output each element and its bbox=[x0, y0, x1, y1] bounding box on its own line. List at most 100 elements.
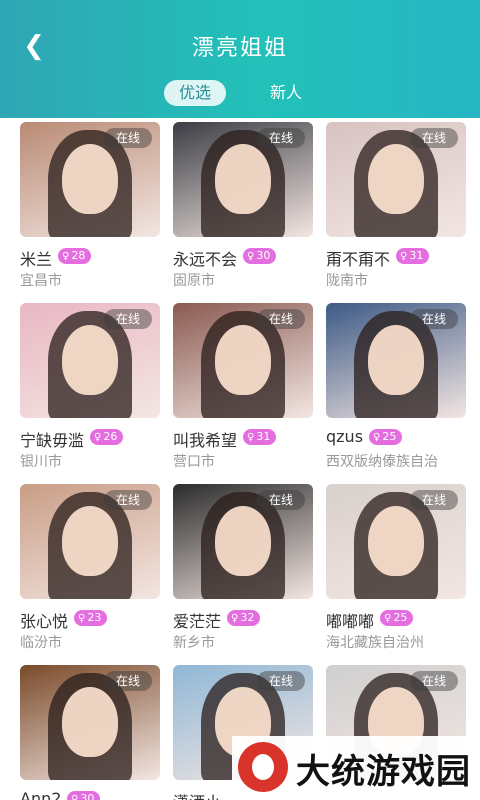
age-value: 23 bbox=[87, 611, 102, 624]
age-badge: ♀ 26 bbox=[90, 429, 124, 445]
age-value: 26 bbox=[103, 430, 118, 443]
profile-city: 陇南市 bbox=[326, 273, 368, 289]
photo-face bbox=[62, 506, 118, 576]
profile-name: 张心悦 bbox=[20, 612, 69, 631]
profile-photo[interactable]: 在线 bbox=[173, 484, 313, 599]
online-status-badge: 在线 bbox=[409, 309, 458, 329]
age-value: 28 bbox=[71, 249, 86, 262]
profile-card[interactable]: 在线张心悦 ♀ 23 临汾市 bbox=[20, 484, 160, 659]
profile-photo[interactable]: 在线 bbox=[173, 303, 313, 418]
online-status-badge: 在线 bbox=[103, 490, 152, 510]
tab-featured[interactable]: 优选 bbox=[164, 80, 226, 106]
female-icon: ♀ bbox=[384, 613, 392, 624]
age-badge: ♀ 32 bbox=[227, 610, 261, 626]
profile-name: 甭不甭不 bbox=[326, 250, 391, 269]
profile-city: 新乡市 bbox=[173, 635, 215, 651]
photo-face bbox=[215, 506, 271, 576]
tab-newcomers[interactable]: 新人 bbox=[256, 80, 316, 106]
tab-bar: 优选 新人 bbox=[0, 80, 480, 106]
photo-face bbox=[62, 325, 118, 395]
profile-photo[interactable]: 在线 bbox=[326, 484, 466, 599]
age-value: 31 bbox=[256, 430, 271, 443]
online-status-badge: 在线 bbox=[256, 671, 305, 691]
profile-photo[interactable]: 在线 bbox=[326, 303, 466, 418]
profile-city: 西双版纳傣族自治 bbox=[326, 454, 438, 470]
profile-photo[interactable]: 在线 bbox=[20, 484, 160, 599]
profile-card[interactable]: 在线甭不甭不 ♀ 31 陇南市 bbox=[326, 122, 466, 297]
profile-city: 宜昌市 bbox=[20, 273, 62, 289]
profile-photo[interactable]: 在线 bbox=[326, 122, 466, 237]
photo-face bbox=[62, 144, 118, 214]
photo-face bbox=[368, 325, 424, 395]
age-value: 25 bbox=[393, 611, 408, 624]
profile-card[interactable]: 在线爱茫茫 ♀ 32 新乡市 bbox=[173, 484, 313, 659]
watermark-text: 大统游戏园 bbox=[296, 752, 471, 792]
age-badge: ♀ 30 bbox=[67, 791, 101, 800]
age-badge: ♀ 31 bbox=[243, 429, 277, 445]
female-icon: ♀ bbox=[247, 251, 255, 262]
age-badge: ♀ 30 bbox=[243, 248, 277, 264]
age-badge: ♀ 28 bbox=[58, 248, 92, 264]
profile-card[interactable]: 在线永远不会 ♀ 30 固原市 bbox=[173, 122, 313, 297]
photo-face bbox=[368, 506, 424, 576]
profile-name: 叫我希望 bbox=[173, 431, 238, 450]
online-status-badge: 在线 bbox=[103, 128, 152, 148]
online-status-badge: 在线 bbox=[256, 128, 305, 148]
profile-photo[interactable]: 在线 bbox=[20, 122, 160, 237]
profile-name: 永远不会 bbox=[173, 250, 238, 269]
watermark-overlay: 大统游戏园 bbox=[232, 736, 480, 800]
profile-city: 银川市 bbox=[20, 454, 62, 470]
profile-grid: 在线 米兰 ♀ 28 宜昌市 在线 永远不会 ♀ 30 固原市 在线 甭不甭不 ♀ 31 陇南市 在线 宁缺毋滥… bbox=[0, 118, 480, 800]
profile-name: 嘟嘟嘟 bbox=[326, 612, 375, 631]
profile-city: 海北藏族自治州 bbox=[326, 635, 424, 651]
online-status-badge: 在线 bbox=[103, 309, 152, 329]
profile-card[interactable]: 在线 Ann2 ♀ 30 bbox=[20, 665, 160, 800]
profile-name: Ann2 bbox=[20, 789, 62, 800]
photo-face bbox=[215, 144, 271, 214]
profile-card[interactable]: 在线 qzus ♀ 25 西双版纳傣族自治 bbox=[326, 303, 466, 478]
age-value: 30 bbox=[80, 792, 95, 800]
photo-face bbox=[368, 144, 424, 214]
profile-photo[interactable]: 在线 bbox=[20, 303, 160, 418]
age-value: 25 bbox=[382, 430, 397, 443]
profile-photo[interactable]: 在线 bbox=[20, 665, 160, 780]
photo-face bbox=[62, 687, 118, 757]
profile-card[interactable]: 在线嘟嘟嘟 ♀ 25 海北藏族自治州 bbox=[326, 484, 466, 659]
female-icon: ♀ bbox=[247, 432, 255, 443]
online-status-badge: 在线 bbox=[256, 490, 305, 510]
female-icon: ♀ bbox=[62, 251, 70, 262]
watermark-logo bbox=[238, 742, 288, 792]
profile-city: 营口市 bbox=[173, 454, 215, 470]
profile-card[interactable]: 在线米兰 ♀ 28 宜昌市 bbox=[20, 122, 160, 297]
profile-name: qzus bbox=[326, 427, 364, 446]
female-icon: ♀ bbox=[94, 432, 102, 443]
age-badge: ♀ 25 bbox=[380, 610, 414, 626]
profile-name: 爱茫茫 bbox=[173, 612, 222, 631]
page-title: 漂亮姐姐 bbox=[191, 36, 288, 61]
profile-city: 临汾市 bbox=[20, 635, 62, 651]
app-header: ❮ 漂亮姐姐 优选 新人 bbox=[0, 0, 480, 118]
online-status-badge: 在线 bbox=[409, 671, 458, 691]
age-badge: ♀ 25 bbox=[369, 429, 403, 445]
female-icon: ♀ bbox=[71, 794, 79, 800]
profile-card[interactable]: 在线宁缺毋滥 ♀ 26 银川市 bbox=[20, 303, 160, 478]
online-status-badge: 在线 bbox=[103, 671, 152, 691]
profile-city: 固原市 bbox=[173, 273, 215, 289]
online-status-badge: 在线 bbox=[409, 490, 458, 510]
online-status-badge: 在线 bbox=[256, 309, 305, 329]
age-value: 31 bbox=[409, 249, 424, 262]
profile-photo[interactable]: 在线 bbox=[173, 122, 313, 237]
age-value: 30 bbox=[256, 249, 271, 262]
photo-face bbox=[215, 325, 271, 395]
female-icon: ♀ bbox=[400, 251, 408, 262]
profile-name: 潇洒小 bbox=[173, 789, 221, 800]
profile-name: 宁缺毋滥 bbox=[20, 431, 85, 450]
age-badge: ♀ 23 bbox=[74, 610, 108, 626]
female-icon: ♀ bbox=[373, 432, 381, 443]
profile-card[interactable]: 在线叫我希望 ♀ 31 营口市 bbox=[173, 303, 313, 478]
online-status-badge: 在线 bbox=[409, 128, 458, 148]
profile-name: 米兰 bbox=[20, 250, 53, 269]
age-value: 32 bbox=[240, 611, 255, 624]
age-badge: ♀ 31 bbox=[396, 248, 430, 264]
female-icon: ♀ bbox=[78, 613, 86, 624]
